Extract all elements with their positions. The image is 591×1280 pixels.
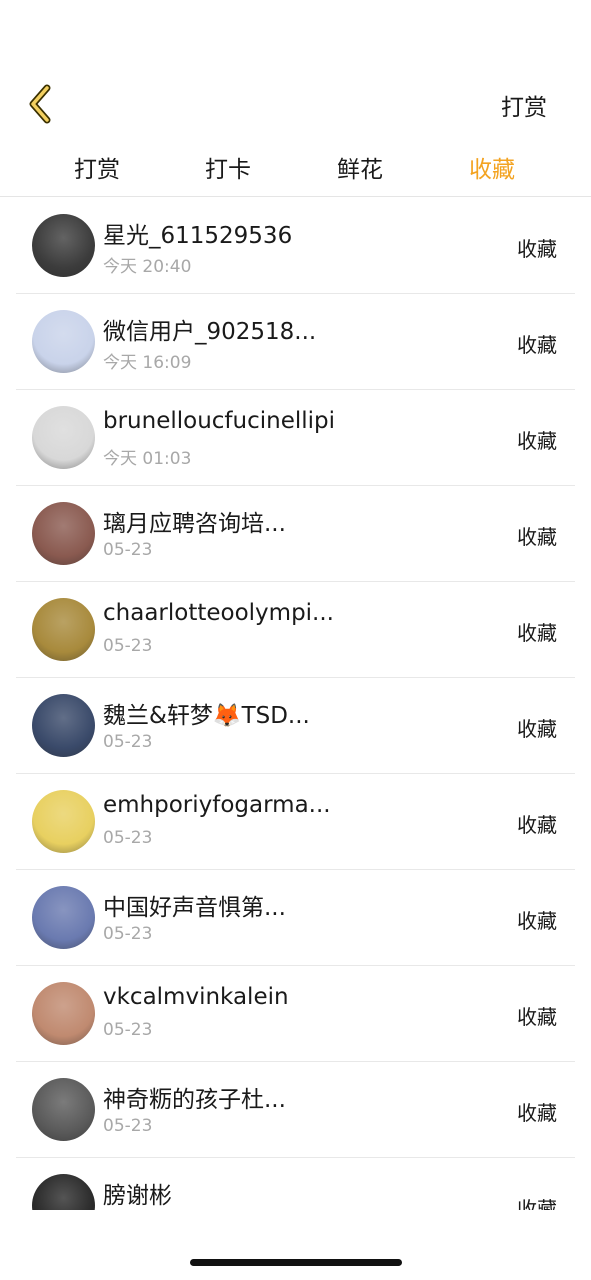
timestamp: 05-23 bbox=[103, 732, 153, 752]
avatar bbox=[32, 214, 95, 277]
back-button[interactable] bbox=[18, 82, 62, 126]
action-label: 收藏 bbox=[517, 909, 557, 933]
action-label: 收藏 bbox=[517, 237, 557, 261]
user-name: brunelloucfucinellipi bbox=[103, 408, 336, 434]
user-name: 中国好声音惧第... bbox=[103, 895, 286, 921]
action-label: 收藏 bbox=[517, 621, 557, 645]
user-name: emhporiyfogarma... bbox=[103, 792, 331, 818]
avatar bbox=[32, 598, 95, 661]
timestamp: 今天 20:40 bbox=[103, 257, 192, 277]
tab-bar: 打赏 打卡 鲜花 收藏 bbox=[0, 140, 591, 197]
avatar bbox=[32, 1078, 95, 1141]
list-item[interactable]: 星光_611529536 今天 20:40 收藏 bbox=[16, 198, 575, 294]
list-item[interactable]: emhporiyfogarma... 05-23 收藏 bbox=[16, 774, 575, 870]
list-item[interactable]: chaarlotteoolympi... 05-23 收藏 bbox=[16, 582, 575, 678]
user-name: 星光_611529536 bbox=[103, 223, 293, 249]
action-label: 收藏 bbox=[517, 813, 557, 837]
action-label: 收藏 bbox=[517, 429, 557, 453]
avatar bbox=[32, 694, 95, 757]
nav-bar: 打赏 bbox=[0, 70, 591, 140]
user-name: chaarlotteoolympi... bbox=[103, 600, 334, 626]
avatar bbox=[32, 886, 95, 949]
timestamp: 05-23 bbox=[103, 924, 153, 944]
timestamp: 05-23 bbox=[103, 540, 153, 560]
avatar bbox=[32, 790, 95, 853]
reward-button[interactable]: 打赏 bbox=[501, 88, 547, 122]
action-label: 收藏 bbox=[517, 333, 557, 357]
timestamp: 05-23 bbox=[103, 828, 153, 848]
user-name: 膀谢彬 bbox=[103, 1183, 172, 1209]
avatar bbox=[32, 982, 95, 1045]
chevron-left-icon bbox=[29, 84, 51, 124]
avatar bbox=[32, 502, 95, 565]
user-name: 微信用户_902518... bbox=[103, 319, 317, 345]
timestamp: 今天 01:03 bbox=[103, 449, 192, 469]
list-item[interactable]: 中国好声音惧第... 05-23 收藏 bbox=[16, 870, 575, 966]
avatar bbox=[32, 310, 95, 373]
action-label: 收藏 bbox=[517, 525, 557, 549]
avatar bbox=[32, 1174, 95, 1210]
action-label: 收藏 bbox=[517, 1101, 557, 1125]
tab-reward[interactable]: 打赏 bbox=[47, 150, 147, 184]
list-item[interactable]: 膀谢彬 收藏 bbox=[16, 1158, 575, 1210]
user-name: 璃月应聘咨询培... bbox=[103, 511, 286, 537]
action-label: 收藏 bbox=[517, 717, 557, 741]
home-indicator[interactable] bbox=[190, 1259, 402, 1266]
timestamp: 05-23 bbox=[103, 636, 153, 656]
tab-flowers[interactable]: 鲜花 bbox=[310, 150, 410, 184]
list-item[interactable]: 璃月应聘咨询培... 05-23 收藏 bbox=[16, 486, 575, 582]
timestamp: 05-23 bbox=[103, 1020, 153, 1040]
list-item[interactable]: 微信用户_902518... 今天 16:09 收藏 bbox=[16, 294, 575, 390]
list-item[interactable]: brunelloucfucinellipi 今天 01:03 收藏 bbox=[16, 390, 575, 486]
favorites-list[interactable]: 星光_611529536 今天 20:40 收藏 微信用户_902518... … bbox=[16, 198, 575, 1210]
timestamp: 今天 16:09 bbox=[103, 353, 192, 373]
action-label: 收藏 bbox=[517, 1197, 557, 1210]
tab-favorites[interactable]: 收藏 bbox=[442, 150, 542, 184]
tab-checkin[interactable]: 打卡 bbox=[178, 150, 278, 184]
user-name: 魏兰&轩梦🦊TSD... bbox=[103, 703, 310, 729]
avatar bbox=[32, 406, 95, 469]
screen: 打赏 打赏 打卡 鲜花 收藏 星光_611529536 今天 20:40 收藏 … bbox=[0, 0, 591, 1280]
user-name: vkcalmvinkalein bbox=[103, 984, 289, 1010]
list-item[interactable]: 魏兰&轩梦🦊TSD... 05-23 收藏 bbox=[16, 678, 575, 774]
list-item[interactable]: vkcalmvinkalein 05-23 收藏 bbox=[16, 966, 575, 1062]
user-name: 神奇粝的孩子杜... bbox=[103, 1087, 286, 1113]
list-item[interactable]: 神奇粝的孩子杜... 05-23 收藏 bbox=[16, 1062, 575, 1158]
timestamp: 05-23 bbox=[103, 1116, 153, 1136]
action-label: 收藏 bbox=[517, 1005, 557, 1029]
